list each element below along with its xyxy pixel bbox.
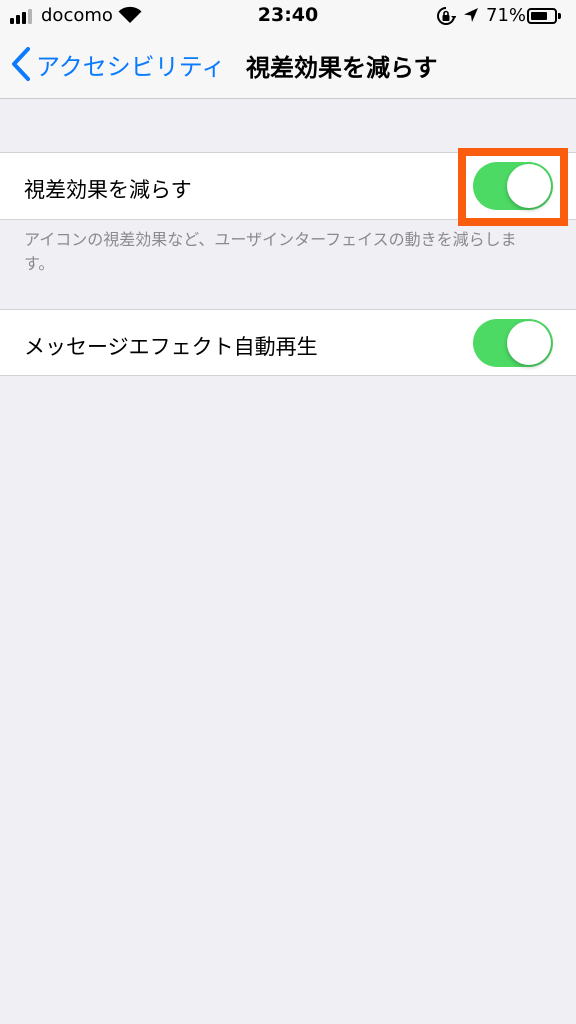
battery-tip <box>558 13 561 19</box>
back-button[interactable]: アクセシビリティ <box>10 44 225 84</box>
battery-percent: 71% <box>486 5 527 26</box>
highlight-box <box>458 148 568 226</box>
back-button-label: アクセシビリティ <box>36 52 226 81</box>
rotation-lock-icon <box>437 7 456 25</box>
reduce-motion-footnote: アイコンの視差効果など、ユーザインターフェイスの動きを減らします。 <box>24 230 517 273</box>
message-effects-toggle[interactable] <box>473 319 553 367</box>
toggle-knob <box>507 321 551 365</box>
chevron-left-icon <box>12 47 30 81</box>
battery-level-fill <box>531 12 547 20</box>
message-effects-label: メッセージエフェクト自動再生 <box>24 335 318 359</box>
message-effects-row: メッセージエフェクト自動再生 <box>0 309 576 376</box>
page-title: 視差効果を減らす <box>246 54 438 82</box>
battery-icon <box>527 8 557 24</box>
reduce-motion-label: 視差効果を減らす <box>24 178 192 202</box>
location-icon <box>464 8 478 22</box>
status-bar: docomo 23:40 71% <box>0 0 576 34</box>
navigation-header: docomo 23:40 71% アクセシビリティ 視差効果を減らす <box>0 0 576 99</box>
